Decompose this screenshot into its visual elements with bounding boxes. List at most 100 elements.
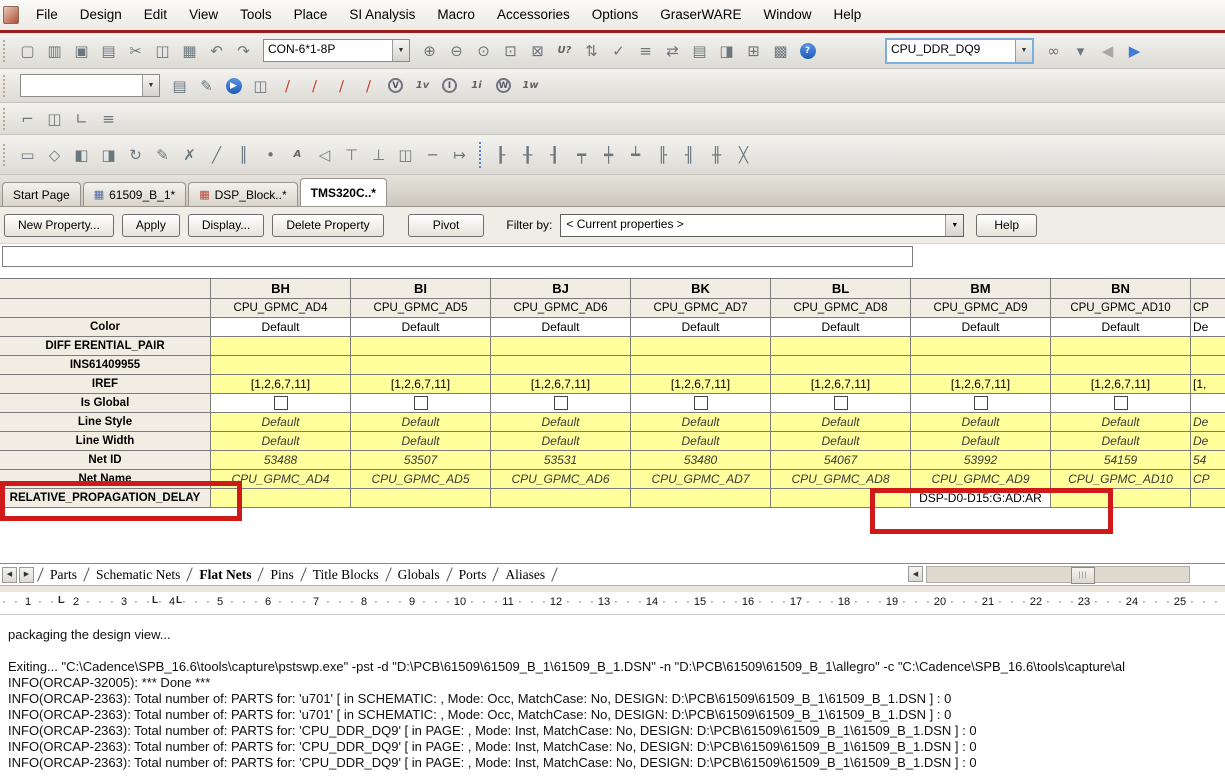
cut-button[interactable]: ✂ — [123, 38, 148, 63]
sheet-tab-ports[interactable]: Ports — [450, 567, 496, 583]
net-column-cpu-gpmc-ad6[interactable]: CPU_GPMC_AD6 — [491, 299, 631, 318]
value-cell[interactable] — [1191, 394, 1225, 413]
value-cell[interactable]: Default — [351, 432, 491, 451]
run-pspice-button[interactable]: ▶ — [221, 73, 246, 98]
sheet-tab-title-blocks[interactable]: Title Blocks — [304, 567, 388, 583]
value-cell[interactable]: Default — [491, 318, 631, 337]
select-button[interactable]: ▭ — [15, 142, 40, 167]
sheet-tab-flat-nets[interactable]: Flat Nets — [190, 567, 260, 583]
value-cell[interactable] — [631, 489, 771, 508]
checkbox-unchecked[interactable] — [974, 396, 988, 410]
place-bus-button[interactable]: ║ — [231, 142, 256, 167]
distribute-horizontal-button[interactable]: ╟ — [650, 142, 675, 167]
bill-of-materials-button[interactable]: ▤ — [687, 38, 712, 63]
filter-dropdown[interactable]: < Current properties > ▼ — [560, 214, 964, 237]
save-document-button[interactable]: ▣ — [69, 38, 94, 63]
checkbox-unchecked[interactable] — [1114, 396, 1128, 410]
place-port-button[interactable]: ◁ — [312, 142, 337, 167]
value-cell[interactable]: 53992 — [911, 451, 1051, 470]
checkbox-unchecked[interactable] — [554, 396, 568, 410]
simulation-profile-dropdown-icon[interactable]: ▼ — [142, 75, 159, 96]
toolbar-grip[interactable] — [3, 40, 9, 62]
new-property-button[interactable]: New Property... — [4, 214, 114, 237]
value-cell[interactable]: De — [1191, 413, 1225, 432]
net-column-cpu-gpmc-ad7[interactable]: CPU_GPMC_AD7 — [631, 299, 771, 318]
print-button[interactable]: ▤ — [96, 38, 121, 63]
value-cell[interactable] — [1051, 337, 1191, 356]
value-cell[interactable] — [351, 337, 491, 356]
net-column-cpu-gpmc-ad10[interactable]: CPU_GPMC_AD10 — [1051, 299, 1191, 318]
value-cell[interactable]: De — [1191, 318, 1225, 337]
row-label-net-id[interactable]: Net ID — [0, 451, 211, 470]
edit-properties-button[interactable]: ✎ — [150, 142, 175, 167]
delete-button[interactable]: ✗ — [177, 142, 202, 167]
value-cell[interactable]: CPU_GPMC_AD5 — [351, 470, 491, 489]
place-block-button[interactable]: ◫ — [393, 142, 418, 167]
junction-tool-button[interactable]: ∟ — [69, 106, 94, 131]
value-cell[interactable]: Default — [911, 318, 1051, 337]
value-cell[interactable]: Default — [491, 432, 631, 451]
menu-view[interactable]: View — [178, 0, 229, 30]
new-simulation-profile-button[interactable]: ▤ — [167, 73, 192, 98]
sheet-tab-aliases[interactable]: Aliases — [496, 567, 554, 583]
row-label-ins61409955[interactable]: INS61409955 — [0, 356, 211, 375]
menu-accessories[interactable]: Accessories — [486, 0, 581, 30]
value-cell[interactable]: 54159 — [1051, 451, 1191, 470]
value-cell[interactable] — [911, 394, 1051, 413]
hscroll-track[interactable]: ||| — [926, 566, 1190, 583]
voltage-marker-button[interactable]: ∕ — [275, 73, 300, 98]
net-column-cpu-gpmc-ad5[interactable]: CPU_GPMC_AD5 — [351, 299, 491, 318]
value-cell[interactable]: [1,2,6,7,11] — [911, 375, 1051, 394]
apply-button[interactable]: Apply — [122, 214, 180, 237]
rotate-button[interactable]: ↻ — [123, 142, 148, 167]
help-button[interactable]: ? — [795, 38, 820, 63]
value-cell[interactable] — [771, 394, 911, 413]
find-button[interactable]: ∞ — [1041, 38, 1066, 63]
value-cell[interactable]: 53488 — [211, 451, 351, 470]
wire-tool-button[interactable]: ⌐ — [15, 106, 40, 131]
value-cell[interactable]: Default — [771, 413, 911, 432]
value-cell[interactable] — [351, 489, 491, 508]
value-cell[interactable] — [211, 394, 351, 413]
design-rules-check-button[interactable]: ✓ — [606, 38, 631, 63]
value-cell[interactable]: [1, — [1191, 375, 1225, 394]
align-to-grid-button[interactable]: ╳ — [731, 142, 756, 167]
row-label-color[interactable]: Color — [0, 318, 211, 337]
value-cell[interactable]: Default — [911, 413, 1051, 432]
mirror-horizontal-button[interactable]: ◧ — [69, 142, 94, 167]
property-filter-input[interactable] — [2, 246, 913, 267]
value-cell[interactable]: [1,2,6,7,11] — [1051, 375, 1191, 394]
previous-page-button[interactable]: ◀ — [1095, 38, 1120, 63]
checkbox-unchecked[interactable] — [834, 396, 848, 410]
column-header-bm[interactable]: BM — [911, 279, 1051, 299]
value-cell[interactable]: Default — [211, 432, 351, 451]
display-button[interactable]: Display... — [188, 214, 264, 237]
value-cell[interactable]: Default — [631, 413, 771, 432]
value-cell[interactable]: 54 — [1191, 451, 1225, 470]
value-cell[interactable]: CPU_GPMC_AD8 — [771, 470, 911, 489]
new-document-button[interactable]: ▢ — [15, 38, 40, 63]
align-right-button[interactable]: ┨ — [542, 142, 567, 167]
value-cell[interactable]: Default — [631, 432, 771, 451]
value-cell[interactable] — [491, 337, 631, 356]
value-cell[interactable]: 53531 — [491, 451, 631, 470]
checkbox-unchecked[interactable] — [694, 396, 708, 410]
zoom-out-button[interactable]: ⊖ — [444, 38, 469, 63]
value-cell[interactable] — [1191, 337, 1225, 356]
filter-dropdown-arrow-icon[interactable]: ▼ — [945, 215, 963, 236]
sheet-tab-schematic-nets[interactable]: Schematic Nets — [87, 567, 189, 583]
zoom-scale-button[interactable]: ⊙ — [471, 38, 496, 63]
open-document-button[interactable]: ▥ — [42, 38, 67, 63]
row-label-is-global[interactable]: Is Global — [0, 394, 211, 413]
value-cell[interactable] — [771, 356, 911, 375]
paste-button[interactable]: ▦ — [177, 38, 202, 63]
zoom-region-button[interactable]: ⊡ — [498, 38, 523, 63]
value-cell[interactable] — [1051, 394, 1191, 413]
align-bottom-button[interactable]: ┷ — [623, 142, 648, 167]
value-cell[interactable]: CPU_GPMC_AD10 — [1051, 470, 1191, 489]
value-cell[interactable]: Default — [211, 413, 351, 432]
value-cell[interactable] — [351, 394, 491, 413]
value-cell[interactable]: De — [1191, 432, 1225, 451]
value-cell[interactable] — [771, 337, 911, 356]
space-evenly-button[interactable]: ╫ — [704, 142, 729, 167]
